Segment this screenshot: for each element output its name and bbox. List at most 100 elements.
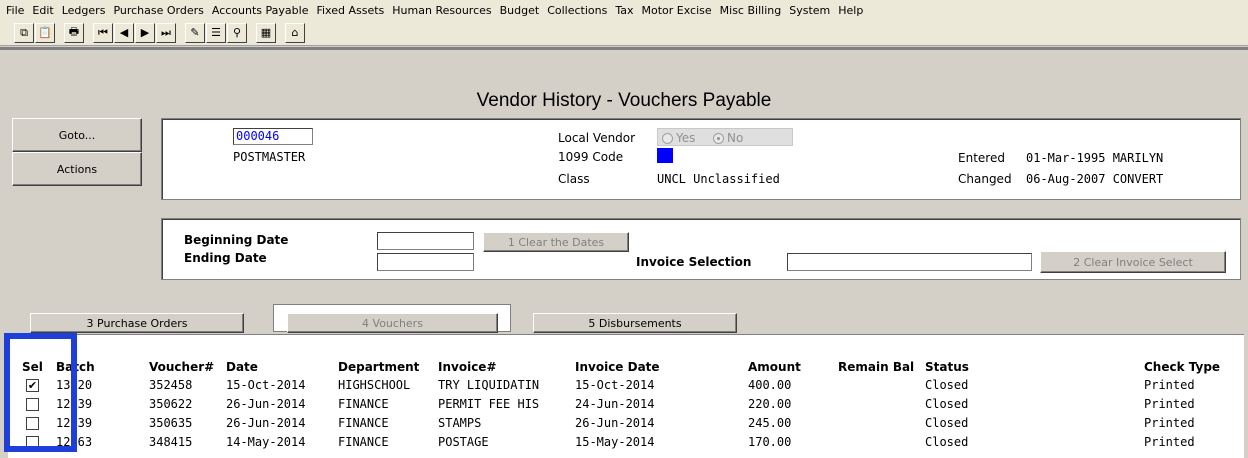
cell-invoice: PERMIT FEE HIS bbox=[438, 397, 540, 411]
cell-date: 26-Jun-2014 bbox=[226, 397, 306, 411]
row-select-checkbox[interactable] bbox=[26, 436, 39, 449]
vendor-number-field[interactable]: 000046 bbox=[233, 128, 313, 145]
table-row[interactable]: ✔ 13920 352458 15-Oct-2014 HIGHSCHOOL TRY LIQ… bbox=[0, 377, 1248, 395]
col-remain-bal: Remain Bal bbox=[838, 360, 915, 374]
menu-item-tax[interactable]: Tax bbox=[611, 4, 637, 17]
menu-item-human-resources[interactable]: Human Resources bbox=[388, 4, 495, 17]
row-select-checkbox[interactable]: ✔ bbox=[26, 379, 39, 392]
class-value: UNCL Unclassified bbox=[657, 172, 780, 186]
search-icon[interactable]: ⚲ bbox=[227, 22, 247, 43]
cell-check-type: Printed bbox=[1144, 397, 1195, 411]
menu-item-budget[interactable]: Budget bbox=[496, 4, 544, 17]
beginning-date-label: Beginning Date bbox=[184, 233, 289, 247]
col-batch: Batch bbox=[56, 360, 95, 374]
table-row[interactable]: 12839 350622 26-Jun-2014 FINANCE PERMIT FEE … bbox=[0, 396, 1248, 414]
table-row[interactable]: 12839 350635 26-Jun-2014 FINANCE STAMPS 26-Ju… bbox=[0, 415, 1248, 433]
page-title: Vendor History - Vouchers Payable bbox=[476, 90, 772, 111]
cell-check-type: Printed bbox=[1144, 378, 1195, 392]
cell-amount: 400.00 bbox=[748, 378, 792, 392]
1099-code-field[interactable] bbox=[657, 148, 673, 163]
ending-date-input[interactable] bbox=[377, 253, 474, 271]
cell-status: Closed bbox=[925, 397, 969, 411]
table-row[interactable]: 12863 348415 14-May-2014 FINANCE POSTAGE 15-M… bbox=[0, 434, 1248, 452]
cell-invoice: POSTAGE bbox=[438, 435, 489, 449]
cell-department: FINANCE bbox=[338, 435, 389, 449]
col-invoice: Invoice# bbox=[438, 360, 497, 374]
menu-item-file[interactable]: File bbox=[2, 4, 28, 17]
local-vendor-label: Local Vendor bbox=[558, 131, 636, 145]
invoice-selection-label: Invoice Selection bbox=[636, 255, 752, 269]
entered-value: 01-Mar-1995 MARILYN bbox=[1026, 151, 1164, 165]
cell-invoice-date: 15-Oct-2014 bbox=[575, 378, 655, 392]
col-date: Date bbox=[226, 360, 258, 374]
beginning-date-input[interactable] bbox=[377, 232, 474, 250]
next-record-icon[interactable]: ▶ bbox=[135, 22, 155, 43]
cell-amount: 245.00 bbox=[748, 416, 792, 430]
cell-voucher: 350635 bbox=[149, 416, 193, 430]
cell-batch: 12863 bbox=[56, 435, 93, 449]
cell-status: Closed bbox=[925, 378, 969, 392]
paste-icon[interactable]: 📋 bbox=[35, 22, 55, 43]
menu-item-help[interactable]: Help bbox=[834, 4, 867, 17]
last-record-icon[interactable]: ⏭ bbox=[156, 22, 176, 43]
cell-status: Closed bbox=[925, 435, 969, 449]
local-vendor-group: Yes No bbox=[657, 128, 793, 146]
cell-batch: 12839 bbox=[56, 397, 93, 411]
row-select-checkbox[interactable] bbox=[26, 398, 39, 411]
home-icon[interactable]: ⌂ bbox=[285, 22, 305, 43]
cell-voucher: 350622 bbox=[149, 397, 193, 411]
divider bbox=[0, 47, 1248, 50]
actions-button[interactable]: Actions bbox=[12, 152, 142, 186]
menu-item-misc-billing[interactable]: Misc Billing bbox=[716, 4, 786, 17]
cell-department: FINANCE bbox=[338, 397, 389, 411]
menu-bar: File Edit Ledgers Purchase Orders Accounts P… bbox=[0, 0, 1248, 20]
col-amount: Amount bbox=[748, 360, 801, 374]
cell-check-type: Printed bbox=[1144, 416, 1195, 430]
calculator-icon[interactable]: ▦ bbox=[256, 22, 276, 43]
vendor-name: POSTMASTER bbox=[233, 150, 306, 164]
query-icon[interactable]: ✎ bbox=[185, 22, 205, 43]
cell-voucher: 348415 bbox=[149, 435, 193, 449]
row-select-checkbox[interactable] bbox=[26, 417, 39, 430]
entered-label: Entered bbox=[958, 151, 1005, 165]
tab-disbursements[interactable]: 5 Disbursements bbox=[533, 313, 737, 333]
copy-icon[interactable]: ⧉ bbox=[14, 22, 34, 43]
cell-batch: 13920 bbox=[56, 378, 93, 392]
menu-item-ledgers[interactable]: Ledgers bbox=[58, 4, 110, 17]
local-yes-radio[interactable] bbox=[662, 133, 673, 144]
col-status: Status bbox=[925, 360, 969, 374]
previous-record-icon[interactable]: ◀ bbox=[114, 22, 134, 43]
cell-date: 15-Oct-2014 bbox=[226, 378, 306, 392]
cell-invoice: STAMPS bbox=[438, 416, 482, 430]
cell-batch: 12839 bbox=[56, 416, 93, 430]
clear-invoice-button[interactable]: 2 Clear Invoice Select bbox=[1040, 251, 1226, 273]
clear-dates-button[interactable]: 1 Clear the Dates bbox=[483, 232, 629, 252]
goto-button[interactable]: Goto... bbox=[12, 118, 142, 152]
print-icon[interactable]: 🖶 bbox=[64, 22, 84, 43]
menu-item-motor-excise[interactable]: Motor Excise bbox=[638, 4, 716, 17]
tab-vouchers[interactable]: 4 Vouchers bbox=[287, 313, 498, 333]
cell-status: Closed bbox=[925, 416, 969, 430]
invoice-selection-input[interactable] bbox=[787, 253, 1032, 271]
first-record-icon[interactable]: ⏮ bbox=[93, 22, 113, 43]
browse-icon[interactable]: ☰ bbox=[206, 22, 226, 43]
menu-item-collections[interactable]: Collections bbox=[543, 4, 611, 17]
cell-amount: 170.00 bbox=[748, 435, 792, 449]
local-yes-label: Yes bbox=[676, 131, 696, 145]
cell-department: FINANCE bbox=[338, 416, 389, 430]
col-department: Department bbox=[338, 360, 420, 374]
menu-item-edit[interactable]: Edit bbox=[28, 4, 57, 17]
menu-item-accounts-payable[interactable]: Accounts Payable bbox=[208, 4, 313, 17]
class-label: Class bbox=[558, 172, 590, 186]
cell-check-type: Printed bbox=[1144, 435, 1195, 449]
ending-date-label: Ending Date bbox=[184, 251, 267, 265]
col-invoice-date: Invoice Date bbox=[575, 360, 660, 374]
cell-date: 14-May-2014 bbox=[226, 435, 306, 449]
local-no-radio[interactable] bbox=[713, 133, 725, 144]
menu-item-system[interactable]: System bbox=[785, 4, 834, 17]
tab-purchase-orders[interactable]: 3 Purchase Orders bbox=[30, 313, 244, 333]
col-sel: Sel bbox=[22, 360, 43, 374]
menu-item-fixed-assets[interactable]: Fixed Assets bbox=[312, 4, 388, 17]
menu-item-purchase-orders[interactable]: Purchase Orders bbox=[109, 4, 207, 17]
cell-amount: 220.00 bbox=[748, 397, 792, 411]
